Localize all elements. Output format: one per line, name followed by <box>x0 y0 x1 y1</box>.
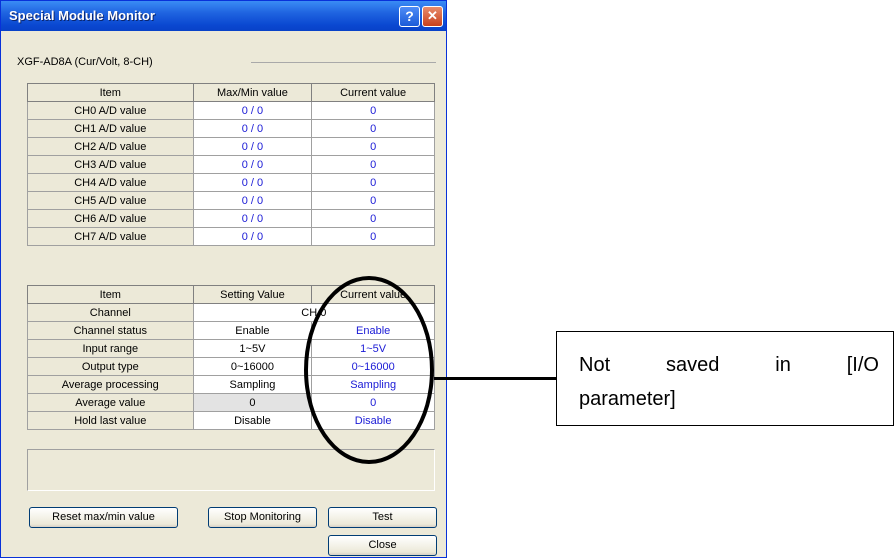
table-row[interactable]: CH1 A/D value 0 / 0 0 <box>27 119 435 138</box>
title-bar[interactable]: Special Module Monitor ? ✕ <box>1 1 446 31</box>
item-cell: Output type <box>27 357 194 376</box>
column-header: Max/Min value <box>192 83 313 102</box>
item-cell: Hold last value <box>27 411 194 430</box>
channel-label: Channel <box>27 303 194 322</box>
table-row[interactable]: CH5 A/D value 0 / 0 0 <box>27 191 435 210</box>
current-value-cell: 0 <box>311 173 435 192</box>
item-cell: Average value <box>27 393 194 412</box>
table-row[interactable]: CH7 A/D value 0 / 0 0 <box>27 227 435 246</box>
maxmin-cell: 0 / 0 <box>192 119 313 138</box>
module-label: XGF-AD8A (Cur/Volt, 8-CH) <box>17 56 153 68</box>
reset-max-min-button[interactable]: Reset max/min value <box>29 507 178 528</box>
maxmin-cell: 0 / 0 <box>192 191 313 210</box>
setting-cell[interactable]: Sampling <box>192 375 313 394</box>
column-header: Setting Value <box>192 285 313 304</box>
current-value-cell: 0 <box>311 137 435 156</box>
table-header-row: Item Max/Min value Current value <box>27 83 435 102</box>
column-header: Item <box>27 83 194 102</box>
current-value-cell: 0 <box>311 191 435 210</box>
maxmin-cell: 0 / 0 <box>192 137 313 156</box>
note-line-2: parameter] <box>579 388 676 410</box>
ad-value-table: Item Max/Min value Current value CH0 A/D… <box>27 83 435 246</box>
test-button[interactable]: Test <box>328 507 437 528</box>
setting-cell[interactable]: 0~16000 <box>192 357 313 376</box>
item-cell: CH3 A/D value <box>27 155 194 174</box>
table-row[interactable]: CH6 A/D value 0 / 0 0 <box>27 209 435 228</box>
highlight-ellipse <box>304 276 434 464</box>
setting-cell[interactable]: Enable <box>192 321 313 340</box>
item-cell: CH4 A/D value <box>27 173 194 192</box>
note-word: in <box>775 354 791 376</box>
window-title: Special Module Monitor <box>9 8 155 23</box>
current-value-cell: 0 <box>311 119 435 138</box>
current-value-cell: 0 <box>311 209 435 228</box>
table-row[interactable]: CH3 A/D value 0 / 0 0 <box>27 155 435 174</box>
stop-monitoring-button[interactable]: Stop Monitoring <box>208 507 317 528</box>
maxmin-cell: 0 / 0 <box>192 227 313 246</box>
setting-cell[interactable]: 1~5V <box>192 339 313 358</box>
maxmin-cell: 0 / 0 <box>192 101 313 120</box>
table-row[interactable]: CH2 A/D value 0 / 0 0 <box>27 137 435 156</box>
close-button[interactable]: Close <box>328 535 437 556</box>
help-icon[interactable]: ? <box>399 6 420 27</box>
item-cell: Input range <box>27 339 194 358</box>
setting-cell: 0 <box>192 393 313 412</box>
item-cell: CH2 A/D value <box>27 137 194 156</box>
item-cell: CH1 A/D value <box>27 119 194 138</box>
current-value-cell: 0 <box>311 101 435 120</box>
note-line-1: Not saved in [I/O <box>579 354 879 377</box>
close-icon[interactable]: ✕ <box>422 6 443 27</box>
current-value-cell: 0 <box>311 227 435 246</box>
maxmin-cell: 0 / 0 <box>192 209 313 228</box>
item-cell: CH5 A/D value <box>27 191 194 210</box>
setting-cell[interactable]: Disable <box>192 411 313 430</box>
item-cell: CH0 A/D value <box>27 101 194 120</box>
note-word: saved <box>666 354 720 376</box>
maxmin-cell: 0 / 0 <box>192 173 313 192</box>
current-value-cell: 0 <box>311 155 435 174</box>
table-row[interactable]: CH4 A/D value 0 / 0 0 <box>27 173 435 192</box>
column-header: Item <box>27 285 194 304</box>
module-divider <box>251 62 436 63</box>
maxmin-cell: 0 / 0 <box>192 155 313 174</box>
table-row[interactable]: CH0 A/D value 0 / 0 0 <box>27 101 435 120</box>
note-word: [I/O <box>846 354 879 376</box>
item-cell: CH7 A/D value <box>27 227 194 246</box>
annotation-note: Not saved in [I/O parameter] <box>556 331 894 426</box>
item-cell: Average processing <box>27 375 194 394</box>
item-cell: CH6 A/D value <box>27 209 194 228</box>
note-word: Not <box>579 354 611 376</box>
column-header: Current value <box>311 83 435 102</box>
item-cell: Channel status <box>27 321 194 340</box>
